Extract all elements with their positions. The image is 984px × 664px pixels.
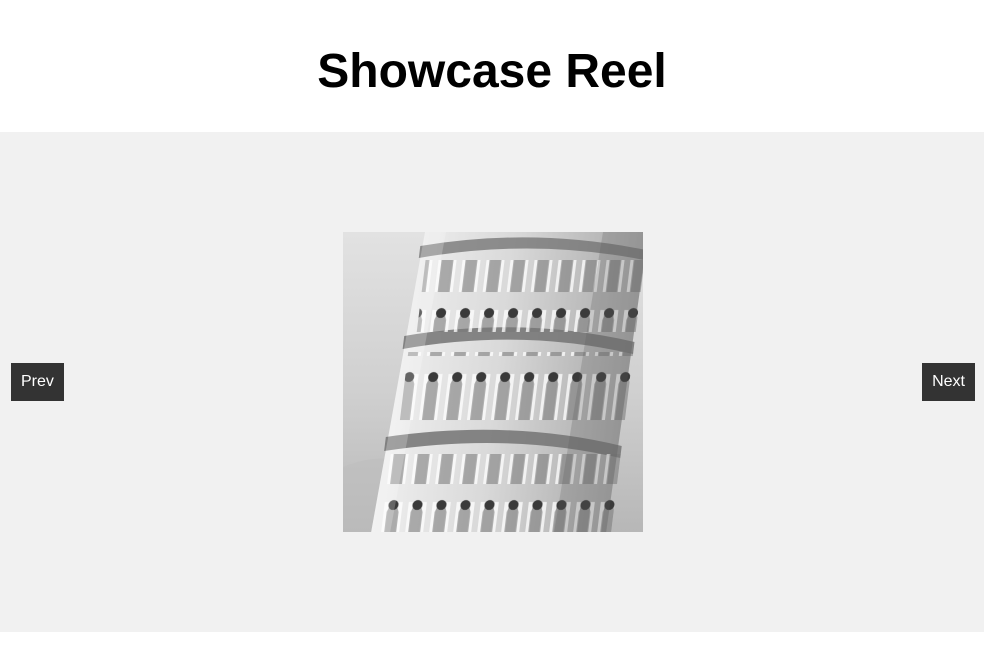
next-button[interactable]: Next bbox=[922, 363, 975, 401]
carousel-slide-image bbox=[343, 232, 643, 532]
page: Showcase Reel Prev Next bbox=[0, 0, 984, 664]
carousel: Prev Next bbox=[0, 132, 984, 632]
page-title: Showcase Reel bbox=[317, 45, 667, 98]
prev-button[interactable]: Prev bbox=[11, 363, 64, 401]
